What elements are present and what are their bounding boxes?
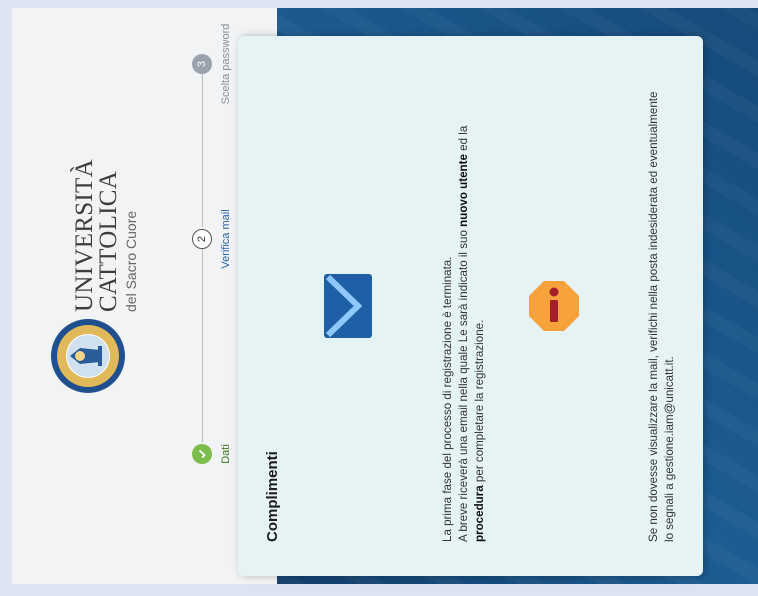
message-line-2: A breve riceverà una email nella quale L… bbox=[456, 42, 472, 542]
check-icon bbox=[192, 444, 212, 464]
brand-line3: del Sacro Cuore bbox=[123, 210, 139, 312]
step-scelta-password[interactable]: 3 Scelta password bbox=[192, 4, 232, 124]
header: UNIVERSITÀ CATTOLICA del Sacro Cuore bbox=[12, 8, 167, 584]
message-line-1: La prima fase del processo di registrazi… bbox=[441, 256, 454, 542]
notice-line-2: lo segnali a gestione.iam@unicatt.it. bbox=[663, 356, 676, 542]
step-label: Verifica mail bbox=[220, 209, 232, 269]
step-label: Dati bbox=[220, 444, 232, 464]
brand-line2: CATTOLICA bbox=[95, 170, 122, 312]
message-line-3: procedura per completare la registrazion… bbox=[472, 42, 488, 542]
warning-icon bbox=[529, 281, 579, 331]
message-bold-text: procedura bbox=[473, 485, 486, 542]
step-label: Scelta password bbox=[220, 23, 232, 105]
step-dati[interactable]: Dati bbox=[192, 394, 232, 514]
message-bold-text: nuovo utente bbox=[457, 154, 470, 227]
page-rotated: UNIVERSITÀ CATTOLICA del Sacro Cuore Dat… bbox=[0, 0, 758, 596]
notice-line-1: Se non dovesse visualizzare la mail, ver… bbox=[647, 91, 660, 542]
message-text: A breve riceverà una email nella quale L… bbox=[457, 226, 470, 542]
message-text: ed la bbox=[457, 125, 470, 155]
card-title: Complimenti bbox=[264, 451, 281, 542]
message-text: per completare la registrazione. bbox=[473, 319, 486, 486]
mail-icon bbox=[324, 274, 372, 338]
page-frame: UNIVERSITÀ CATTOLICA del Sacro Cuore Dat… bbox=[12, 8, 758, 584]
confirmation-card: Complimenti La prima fase del processo d… bbox=[238, 36, 703, 576]
university-seal-icon bbox=[51, 319, 125, 393]
step-verifica-mail[interactable]: 2 Verifica mail bbox=[192, 179, 232, 299]
brand-line1: UNIVERSITÀ bbox=[71, 159, 98, 312]
step-number: 3 bbox=[192, 54, 212, 74]
step-number: 2 bbox=[192, 229, 212, 249]
brand-name: UNIVERSITÀ CATTOLICA del Sacro Cuore bbox=[71, 159, 139, 312]
